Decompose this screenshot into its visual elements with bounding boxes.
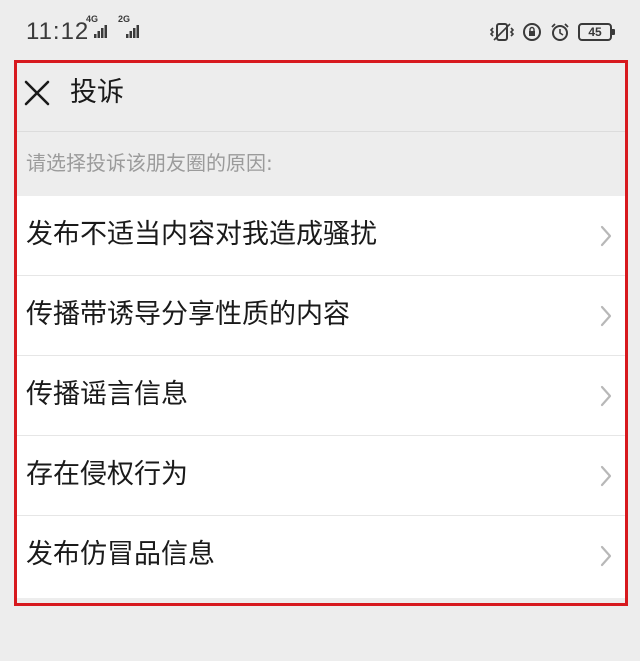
- reason-prompt: 请选择投诉该朋友圈的原因:: [26, 151, 273, 175]
- reason-item-counterfeit[interactable]: 发布仿冒品信息: [14, 516, 628, 598]
- toolbar: 投诉: [14, 60, 628, 132]
- reason-list: 发布不适当内容对我造成骚扰 传播带诱导分享性质的内容 传播谣言信息 存在侵权行为…: [14, 196, 628, 598]
- reason-item-harassment[interactable]: 发布不适当内容对我造成骚扰: [14, 196, 628, 276]
- status-icons: 45: [490, 20, 615, 44]
- reason-item-infringement[interactable]: 存在侵权行为: [14, 436, 628, 516]
- status-time: 11:12: [26, 18, 90, 45]
- lock-rotation-icon: [523, 23, 541, 41]
- reason-label: 传播谣言信息: [26, 379, 188, 410]
- complaint-panel: 投诉 请选择投诉该朋友圈的原因: 发布不适当内容对我造成骚扰 传播带诱导分享性质…: [14, 60, 628, 606]
- reason-item-rumors[interactable]: 传播谣言信息: [14, 356, 628, 436]
- close-button[interactable]: [20, 76, 54, 110]
- reason-item-induced-sharing[interactable]: 传播带诱导分享性质的内容: [14, 276, 628, 356]
- chevron-right-icon: [600, 465, 612, 487]
- status-bar: 11:12 4G 2G 45: [0, 0, 640, 64]
- chevron-right-icon: [600, 305, 612, 327]
- signal-4g-label: 4G: [86, 14, 99, 24]
- battery-icon: 45: [578, 23, 615, 41]
- close-icon: [24, 80, 50, 106]
- battery-level: 45: [588, 25, 602, 39]
- signal-2g-icon: 2G: [118, 14, 140, 38]
- reason-label: 传播带诱导分享性质的内容: [26, 299, 350, 330]
- alarm-icon: [551, 23, 569, 41]
- reason-label: 发布仿冒品信息: [26, 539, 215, 570]
- reason-label: 存在侵权行为: [26, 459, 188, 490]
- page-title: 投诉: [70, 77, 124, 108]
- signal-2g-label: 2G: [118, 14, 131, 24]
- reason-label: 发布不适当内容对我造成骚扰: [26, 219, 377, 250]
- vibrate-icon: [490, 23, 514, 41]
- chevron-right-icon: [600, 385, 612, 407]
- chevron-right-icon: [600, 225, 612, 247]
- chevron-right-icon: [600, 545, 612, 567]
- signal-4g-icon: 4G: [86, 14, 108, 38]
